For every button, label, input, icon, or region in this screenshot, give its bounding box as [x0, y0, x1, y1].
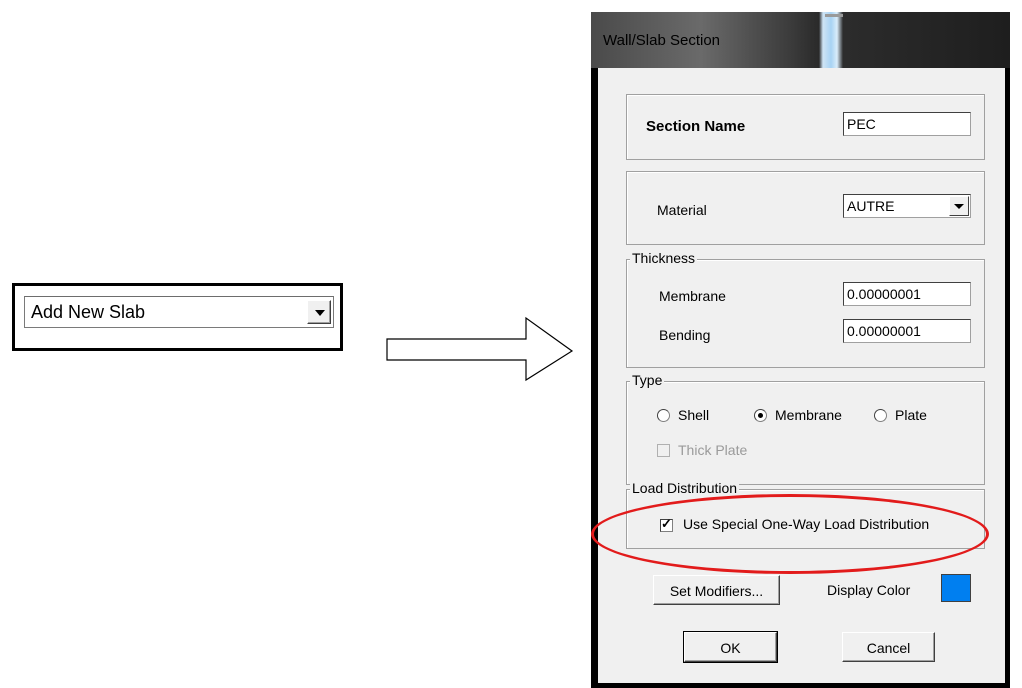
shell-radio[interactable] — [657, 409, 670, 422]
set-modifiers-label: Set Modifiers... — [669, 583, 764, 599]
add-slab-combo-value: Add New Slab — [31, 302, 146, 322]
chevron-down-icon — [315, 310, 325, 316]
titlebar-grip — [825, 14, 843, 17]
dialog-body: Section Name PEC Material AUTRE Thicknes… — [598, 68, 1005, 683]
display-color-label: Display Color — [827, 582, 911, 598]
type-legend: Type — [630, 372, 665, 388]
thick-plate-checkbox[interactable] — [657, 444, 670, 457]
membrane-label: Membrane — [659, 288, 726, 304]
ok-label: OK — [720, 640, 741, 656]
chevron-down-icon — [954, 204, 964, 209]
membrane-thickness-value: 0.00000001 — [847, 286, 921, 302]
section-name-input[interactable]: PEC — [843, 112, 971, 136]
plate-radio[interactable] — [874, 409, 887, 422]
material-label: Material — [657, 202, 707, 218]
type-group — [626, 381, 985, 485]
cancel-button[interactable]: Cancel — [842, 632, 935, 662]
membrane-radio[interactable] — [754, 409, 767, 422]
material-dropdown-button[interactable] — [949, 196, 969, 216]
load-distribution-legend: Load Distribution — [630, 480, 740, 496]
plate-label: Plate — [895, 407, 927, 423]
add-slab-combo[interactable]: Add New Slab — [24, 296, 334, 328]
radio-selected-dot — [758, 413, 763, 418]
highlight-ellipse — [591, 494, 989, 574]
bending-thickness-value: 0.00000001 — [847, 323, 921, 339]
material-value: AUTRE — [847, 198, 895, 214]
shell-label: Shell — [678, 407, 710, 423]
bending-label: Bending — [659, 327, 711, 343]
material-select[interactable]: AUTRE — [843, 194, 971, 218]
membrane-thickness-input[interactable]: 0.00000001 — [843, 282, 971, 306]
combo-dropdown-button[interactable] — [307, 300, 331, 324]
thick-plate-label: Thick Plate — [678, 442, 748, 458]
right-arrow-icon — [386, 316, 574, 382]
dialog-title: Wall/Slab Section — [603, 32, 720, 49]
thickness-legend: Thickness — [630, 250, 698, 266]
section-name-label: Section Name — [646, 118, 746, 135]
cancel-label: Cancel — [866, 640, 911, 656]
ok-button[interactable]: OK — [683, 631, 778, 663]
thickness-group — [626, 259, 985, 368]
section-name-value: PEC — [847, 116, 876, 132]
set-modifiers-button[interactable]: Set Modifiers... — [653, 575, 780, 605]
display-color-swatch[interactable] — [941, 574, 971, 602]
bending-thickness-input[interactable]: 0.00000001 — [843, 319, 971, 343]
membrane-type-label: Membrane — [775, 407, 842, 423]
